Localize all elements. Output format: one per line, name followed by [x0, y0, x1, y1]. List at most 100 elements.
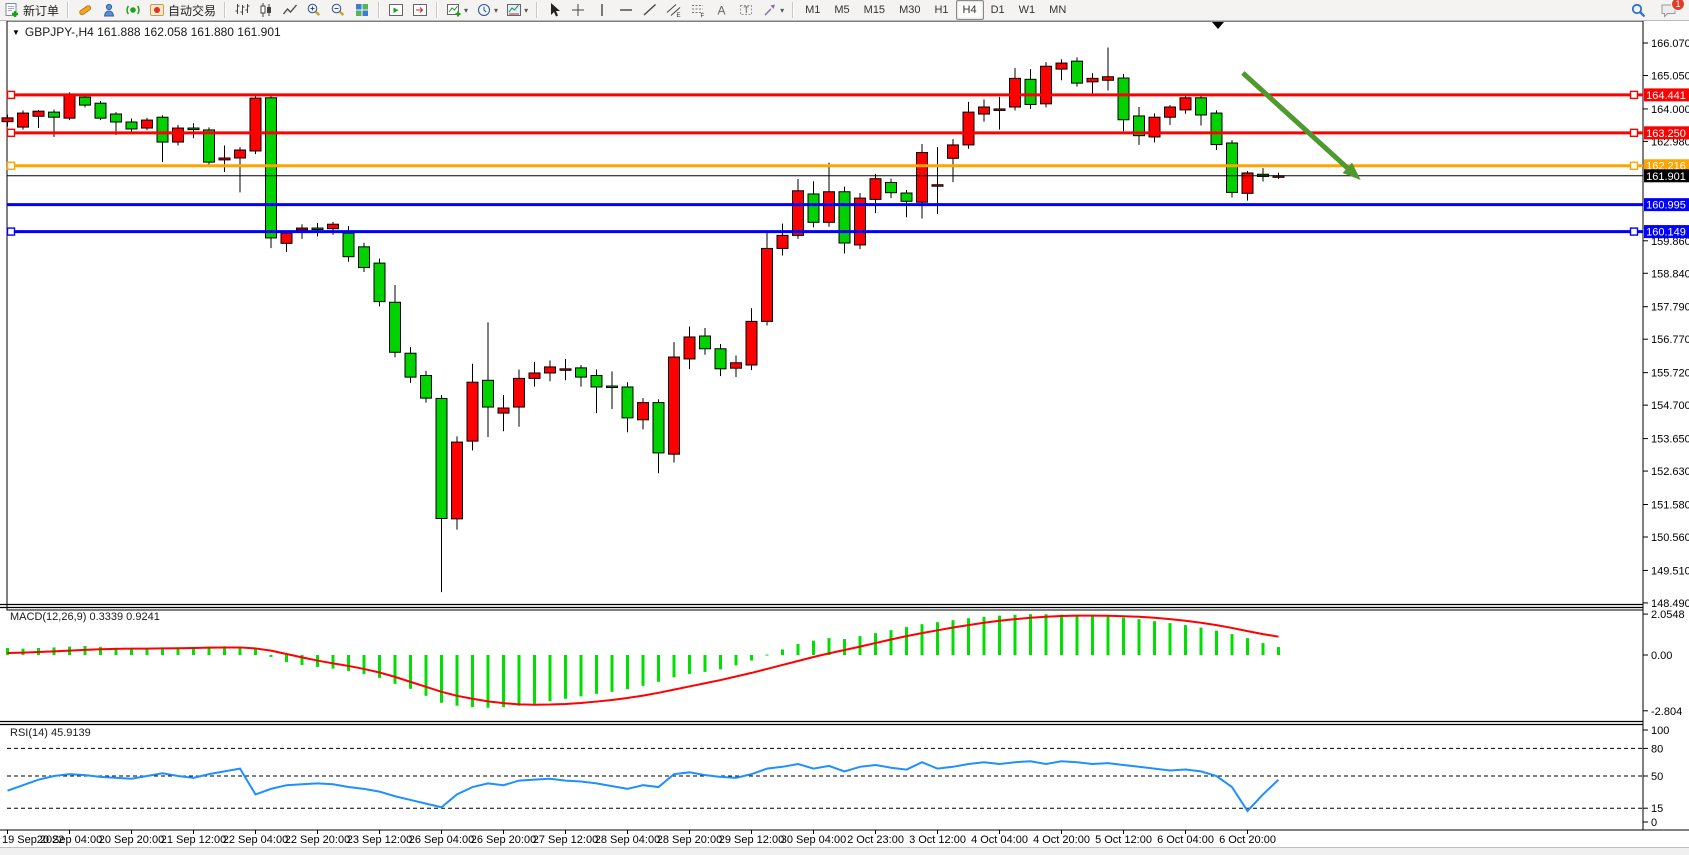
- candle: [839, 192, 850, 243]
- price-tick-label: 153.650: [1651, 434, 1689, 446]
- cursor-tool-button[interactable]: [543, 1, 565, 19]
- candle: [390, 302, 401, 352]
- candle: [824, 192, 835, 223]
- candle: [173, 128, 184, 142]
- candle: [591, 376, 602, 387]
- zoom-in-button[interactable]: [303, 1, 325, 19]
- community-button[interactable]: [98, 1, 120, 19]
- price-tick-label: 155.720: [1651, 368, 1689, 380]
- tile-windows-icon: [354, 2, 370, 18]
- candle: [266, 98, 277, 238]
- chart-title: ▼ GBPJPY-,H4 161.888 162.058 161.880 161.…: [12, 25, 281, 39]
- candle: [653, 403, 664, 453]
- bar-chart-button[interactable]: [231, 1, 253, 19]
- macd-histogram-bar: [781, 649, 784, 655]
- price-tag-label: 160.149: [1646, 227, 1686, 239]
- auto-trading-button[interactable]: 自动交易: [146, 1, 219, 19]
- search-icon: [1630, 2, 1647, 19]
- signals-button[interactable]: [122, 1, 144, 19]
- templates-button[interactable]: ▾: [503, 1, 531, 19]
- timeframe-H1-button[interactable]: H1: [927, 0, 955, 20]
- crosshair-tool-button[interactable]: [567, 1, 589, 19]
- hline-handle[interactable]: [8, 228, 15, 235]
- macd-histogram-bar: [719, 655, 722, 669]
- timeframe-M15-button[interactable]: M15: [857, 0, 892, 20]
- candle: [607, 386, 618, 388]
- timeframe-M1-button[interactable]: M1: [798, 0, 827, 20]
- chart-shift-button[interactable]: [409, 1, 431, 19]
- hline-handle[interactable]: [1631, 228, 1638, 235]
- time-label: 23 Sep 12:00: [347, 834, 412, 846]
- macd-histogram-bar: [921, 624, 924, 655]
- candle: [467, 382, 478, 441]
- macd-histogram-bar: [611, 655, 614, 692]
- candle: [250, 98, 261, 151]
- timeframe-W1-button[interactable]: W1: [1012, 0, 1043, 20]
- candle: [374, 263, 385, 302]
- macd-histogram-bar: [440, 655, 443, 703]
- candlestick-chart-button[interactable]: [255, 1, 277, 19]
- hline-handle[interactable]: [8, 162, 15, 169]
- auto-scroll-button[interactable]: [385, 1, 407, 19]
- tile-windows-button[interactable]: [351, 1, 373, 19]
- fibonacci-tool-button[interactable]: F: [687, 1, 709, 19]
- new-order-button[interactable]: 新订单: [1, 1, 62, 19]
- auto-trading-icon: [149, 2, 165, 18]
- timeframe-MN-button[interactable]: MN: [1042, 0, 1073, 20]
- candle: [886, 183, 897, 193]
- rsi-indicator-label: RSI(14) 45.9139: [10, 727, 91, 739]
- macd-histogram-bar: [673, 655, 676, 677]
- timeframe-M30-button[interactable]: M30: [892, 0, 927, 20]
- channel-tool-button[interactable]: E: [663, 1, 685, 19]
- macd-histogram-bar: [1277, 647, 1280, 655]
- auto-trading-label: 自动交易: [168, 2, 216, 19]
- metaeditor-button[interactable]: [74, 1, 96, 19]
- cursor-icon: [546, 2, 562, 18]
- indicators-button[interactable]: ▾: [443, 1, 471, 19]
- price-chart[interactable]: 166.070165.050164.000162.980159.860158.8…: [0, 0, 1689, 854]
- vertical-line-tool-button[interactable]: [591, 1, 613, 19]
- line-chart-button[interactable]: [279, 1, 301, 19]
- fibonacci-icon: F: [690, 2, 706, 18]
- rsi-tick-label: 80: [1651, 743, 1663, 755]
- candle: [1227, 143, 1238, 192]
- candle: [33, 111, 44, 116]
- candle: [142, 120, 153, 128]
- hline-handle[interactable]: [8, 91, 15, 98]
- candle: [204, 130, 215, 162]
- timeframe-D1-button[interactable]: D1: [984, 0, 1012, 20]
- trend-arrow[interactable]: [1243, 73, 1350, 171]
- hline-handle[interactable]: [8, 129, 15, 136]
- search-button[interactable]: [1627, 1, 1650, 19]
- candle: [235, 150, 246, 158]
- label-tool-button[interactable]: T: [735, 1, 757, 19]
- symbol-ohlc-text: GBPJPY-,H4 161.888 162.058 161.880 161.9…: [25, 25, 281, 39]
- zoom-out-button[interactable]: [327, 1, 349, 19]
- candle: [777, 235, 788, 248]
- arrows-tool-button[interactable]: ▾: [759, 1, 787, 19]
- candle: [529, 373, 540, 378]
- hline-handle[interactable]: [1631, 162, 1638, 169]
- macd-histogram-bar: [967, 618, 970, 655]
- one-click-trading-collapse-icon[interactable]: ▼: [12, 28, 20, 37]
- candle: [483, 380, 494, 407]
- candle: [545, 367, 556, 373]
- macd-tick-label: 2.0548: [1651, 609, 1685, 621]
- trendline-tool-button[interactable]: [639, 1, 661, 19]
- timeframe-M5-button[interactable]: M5: [827, 0, 856, 20]
- pencil-icon: [77, 2, 93, 18]
- text-tool-button[interactable]: A: [711, 1, 733, 19]
- new-order-icon: [4, 2, 20, 18]
- price-tick-label: 156.770: [1651, 334, 1689, 346]
- periods-button[interactable]: ▾: [473, 1, 501, 19]
- timeframe-H4-button[interactable]: H4: [956, 0, 984, 20]
- macd-indicator-label: MACD(12,26,9) 0.3339 0.9241: [10, 611, 160, 623]
- horizontal-line-tool-button[interactable]: [615, 1, 637, 19]
- text-label-icon: T: [738, 2, 754, 18]
- hline-handle[interactable]: [1631, 91, 1638, 98]
- price-tag-label: 163.250: [1646, 128, 1686, 140]
- macd-histogram-bar: [549, 655, 552, 701]
- candle: [638, 403, 649, 420]
- notifications-button[interactable]: 1: [1657, 1, 1680, 19]
- hline-handle[interactable]: [1631, 129, 1638, 136]
